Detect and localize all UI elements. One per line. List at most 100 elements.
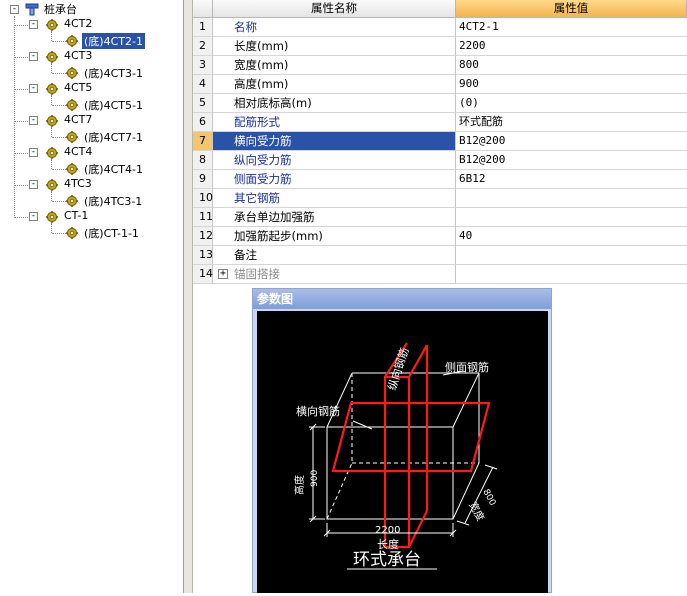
row-number: 13 xyxy=(193,246,213,265)
property-name[interactable]: 备注 xyxy=(213,246,456,265)
tree-group-label[interactable]: 4TC3 xyxy=(62,177,94,190)
property-value[interactable]: 环式配筋 xyxy=(456,113,687,132)
property-row[interactable]: 11 承台单边加强筋 xyxy=(193,208,687,227)
property-value[interactable]: (0) xyxy=(456,94,687,113)
property-row[interactable]: 3 宽度(mm) 800 xyxy=(193,56,687,75)
property-value-header[interactable]: 属性值 xyxy=(456,0,687,18)
property-row[interactable]: 13 备注 xyxy=(193,246,687,265)
property-row[interactable]: 4 高度(mm) 900 xyxy=(193,75,687,94)
property-name-header[interactable]: 属性名称 xyxy=(213,0,456,18)
property-value[interactable]: 2200 xyxy=(456,37,687,56)
property-row[interactable]: 14 锚固搭接 + xyxy=(193,265,687,284)
gear-icon xyxy=(66,131,78,143)
gear-icon xyxy=(66,99,78,111)
gear-icon xyxy=(46,147,58,159)
tree-root-label[interactable]: 桩承台 xyxy=(42,1,79,17)
gear-icon xyxy=(66,163,78,175)
tree-collapse-toggle[interactable]: - xyxy=(29,84,38,93)
property-value[interactable] xyxy=(456,246,687,265)
property-name[interactable]: 加强筋起步(mm) xyxy=(213,227,456,246)
longitudinal-rebar-label: 纵向钢筋 xyxy=(385,346,412,392)
transverse-rebar-ring xyxy=(331,401,491,473)
property-value[interactable]: B12@200 xyxy=(456,132,687,151)
property-name[interactable]: 侧面受力筋 xyxy=(213,170,456,189)
property-row[interactable]: 8 纵向受力筋 B12@200 xyxy=(193,151,687,170)
row-number: 11 xyxy=(193,208,213,227)
tree-root-icon xyxy=(25,3,39,16)
property-name[interactable]: 纵向受力筋 xyxy=(213,151,456,170)
property-name[interactable]: 宽度(mm) xyxy=(213,56,456,75)
tree-item-label[interactable]: (底)4CT7-1 xyxy=(82,129,145,145)
property-row[interactable]: 12 加强筋起步(mm) 40 xyxy=(193,227,687,246)
tree-collapse-toggle[interactable]: - xyxy=(29,20,38,29)
row-number: 7 xyxy=(193,132,213,151)
row-number: 3 xyxy=(193,56,213,75)
gear-icon xyxy=(46,179,58,191)
property-value[interactable] xyxy=(456,208,687,227)
tree-item-label[interactable]: (底)4CT3-1 xyxy=(82,65,145,81)
tree-item-label[interactable]: (底)4CT4-1 xyxy=(82,161,145,177)
property-row[interactable]: 2 长度(mm) 2200 xyxy=(193,37,687,56)
row-number: 12 xyxy=(193,227,213,246)
side-rebar-label: 侧面钢筋 xyxy=(445,360,489,374)
tree-collapse-toggle[interactable]: - xyxy=(10,5,19,14)
property-row[interactable]: 7 横向受力筋 B12@200 xyxy=(193,132,687,151)
tree-item-label[interactable]: (底)4TC3-1 xyxy=(82,193,144,209)
property-name[interactable]: 长度(mm) xyxy=(213,37,456,56)
property-value[interactable]: 6B12 xyxy=(456,170,687,189)
tree-collapse-toggle[interactable]: - xyxy=(29,212,38,221)
tree-group-label[interactable]: 4CT2 xyxy=(62,17,94,30)
tree-item-label[interactable]: (底)4CT2-1 xyxy=(82,33,145,49)
length-value-label: 2200 xyxy=(375,525,400,536)
gear-icon xyxy=(46,51,58,63)
property-name[interactable]: 相对底标高(m) xyxy=(213,94,456,113)
tree-group-label[interactable]: 4CT3 xyxy=(62,49,94,62)
tree-group-label[interactable]: 4CT7 xyxy=(62,113,94,126)
property-row[interactable]: 1 名称 4CT2-1 xyxy=(193,18,687,37)
tree-collapse-toggle[interactable]: - xyxy=(29,148,38,157)
gear-icon xyxy=(66,227,78,239)
property-row[interactable]: 10 其它钢筋 xyxy=(193,189,687,208)
diagram-caption: 环式承台 xyxy=(353,550,421,570)
property-name[interactable]: 锚固搭接 xyxy=(213,265,456,284)
property-row[interactable]: 6 配筋形式 环式配筋 xyxy=(193,113,687,132)
property-row[interactable]: 5 相对底标高(m) (0) xyxy=(193,94,687,113)
gear-icon xyxy=(46,115,58,127)
box-front-face xyxy=(326,426,454,520)
property-value[interactable] xyxy=(456,265,687,284)
row-number: 10 xyxy=(193,189,213,208)
gear-icon xyxy=(66,67,78,79)
row-number: 1 xyxy=(193,18,213,37)
tree-collapse-toggle[interactable]: - xyxy=(29,116,38,125)
property-name[interactable]: 配筋形式 xyxy=(213,113,456,132)
component-tree[interactable]: - 桩承台 - 4CT2 (底)4CT2-1- 4CT3 (底)4CT3-1 -… xyxy=(0,0,184,593)
gear-icon xyxy=(66,195,78,207)
row-number: 14 xyxy=(193,265,213,284)
property-grid[interactable]: 属性名称 属性值 1 名称 4CT2-1 2 长度(mm) 2200 3 宽度(… xyxy=(193,0,687,285)
property-name[interactable]: 其它钢筋 xyxy=(213,189,456,208)
property-value[interactable]: 40 xyxy=(456,227,687,246)
pile-cap-diagram: 纵向钢筋 侧面钢筋 横向钢筋 高度 900 2200 长度 800 宽度 环式承… xyxy=(293,342,497,570)
property-value[interactable]: B12@200 xyxy=(456,151,687,170)
parameter-diagram-window: 参数图 纵向钢筋 侧面钢筋 横向钢筋 高度 900 2200 长度 800 宽度… xyxy=(252,288,552,593)
tree-group-label[interactable]: CT-1 xyxy=(62,209,90,222)
tree-group-label[interactable]: 4CT4 xyxy=(62,145,94,158)
tree-item-label[interactable]: (底)CT-1-1 xyxy=(82,225,141,241)
property-value[interactable]: 800 xyxy=(456,56,687,75)
property-name[interactable]: 横向受力筋 xyxy=(213,132,456,151)
transverse-rebar-label: 横向钢筋 xyxy=(296,404,340,418)
expand-toggle[interactable]: + xyxy=(218,269,228,279)
property-value[interactable]: 4CT2-1 xyxy=(456,18,687,37)
property-value[interactable] xyxy=(456,189,687,208)
property-name[interactable]: 承台单边加强筋 xyxy=(213,208,456,227)
tree-collapse-toggle[interactable]: - xyxy=(29,52,38,61)
tree-group-label[interactable]: 4CT5 xyxy=(62,81,94,94)
tree-collapse-toggle[interactable]: - xyxy=(29,180,38,189)
property-name[interactable]: 名称 xyxy=(213,18,456,37)
property-name[interactable]: 高度(mm) xyxy=(213,75,456,94)
tree-item-label[interactable]: (底)4CT5-1 xyxy=(82,97,145,113)
property-row[interactable]: 9 侧面受力筋 6B12 xyxy=(193,170,687,189)
splitter-handle[interactable] xyxy=(184,0,193,593)
property-value[interactable]: 900 xyxy=(456,75,687,94)
row-number: 4 xyxy=(193,75,213,94)
